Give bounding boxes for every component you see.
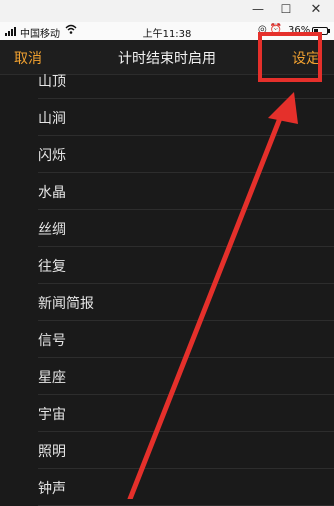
- annotation-arrow: [127, 92, 298, 499]
